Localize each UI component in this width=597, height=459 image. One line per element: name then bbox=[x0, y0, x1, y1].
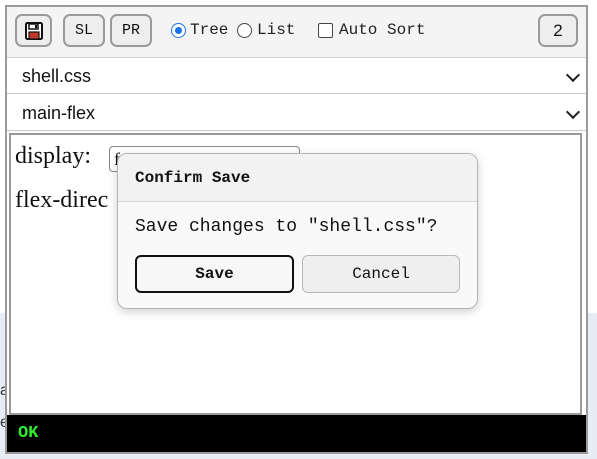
view-list-label[interactable]: List bbox=[257, 21, 295, 39]
rule-select[interactable]: main-flex bbox=[7, 95, 586, 131]
pr-button[interactable]: PR bbox=[110, 14, 152, 47]
count-button[interactable]: 2 bbox=[538, 14, 578, 47]
save-button[interactable] bbox=[15, 14, 52, 47]
file-select-value: shell.css bbox=[22, 66, 92, 86]
floppy-disk-icon bbox=[24, 21, 43, 40]
chevron-down-icon bbox=[565, 104, 581, 120]
property-name-flex-direction: flex-direc bbox=[15, 187, 109, 213]
sl-button[interactable]: SL bbox=[63, 14, 105, 47]
file-select[interactable]: shell.css bbox=[7, 58, 586, 94]
view-tree-label[interactable]: Tree bbox=[190, 21, 228, 39]
chevron-down-icon bbox=[565, 67, 581, 83]
toolbar: SL PR Tree List Auto Sort 2 bbox=[7, 7, 586, 58]
status-text: OK bbox=[18, 424, 39, 443]
property-name-display: display: bbox=[15, 143, 91, 169]
confirm-save-button[interactable]: Save bbox=[135, 255, 294, 293]
auto-sort-checkbox[interactable] bbox=[318, 23, 333, 38]
dialog-title: Confirm Save bbox=[135, 169, 251, 187]
confirm-save-dialog: Confirm Save Save changes to "shell.css"… bbox=[117, 153, 478, 309]
status-bar: OK bbox=[7, 415, 586, 452]
auto-sort-label[interactable]: Auto Sort bbox=[339, 21, 425, 39]
cancel-button[interactable]: Cancel bbox=[302, 255, 460, 293]
rule-select-value: main-flex bbox=[22, 103, 96, 123]
view-list-radio[interactable] bbox=[237, 23, 252, 38]
dialog-header: Confirm Save bbox=[118, 154, 477, 202]
dialog-message: Save changes to "shell.css"? bbox=[135, 217, 438, 237]
view-tree-radio[interactable] bbox=[171, 23, 186, 38]
